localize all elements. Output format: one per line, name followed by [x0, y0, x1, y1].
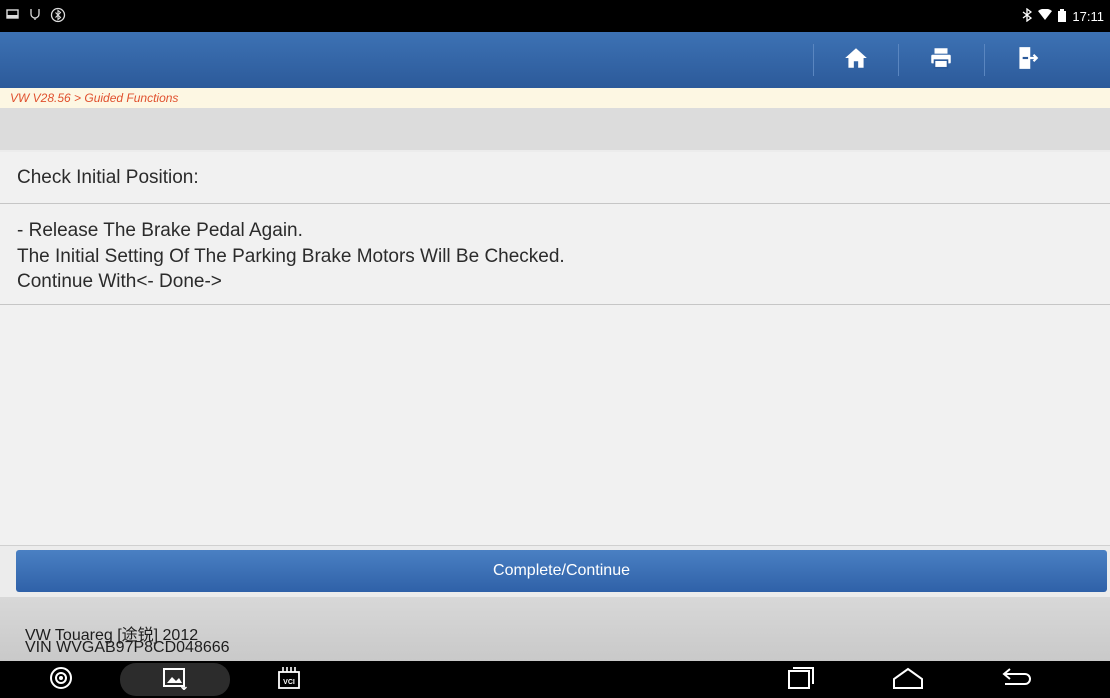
browser-button[interactable]	[46, 665, 76, 695]
wifi-icon	[1038, 8, 1053, 24]
message-line: Continue With<- Done->	[17, 271, 222, 292]
toolbar-spacer	[0, 108, 1110, 150]
usb-debug-icon	[28, 7, 42, 21]
message-line: - Release The Brake Pedal Again.	[17, 220, 303, 241]
vehicle-info-footer: VW Touareg [途锐] 2012 VIN WVGAB97P8CD0486…	[0, 597, 1110, 661]
section-title: Check Initial Position:	[17, 167, 199, 188]
browser-icon	[49, 666, 73, 695]
recents-button[interactable]	[783, 665, 817, 695]
bluetooth-circle-icon	[50, 7, 66, 23]
exit-button[interactable]	[985, 32, 1069, 88]
printer-icon	[928, 45, 954, 76]
complete-continue-button[interactable]: Complete/Continue	[16, 550, 1107, 592]
clock: 17:11	[1072, 9, 1104, 24]
status-bar: 17:11	[0, 0, 1110, 32]
back-button[interactable]	[996, 665, 1036, 695]
home-nav-button[interactable]	[888, 665, 928, 695]
gallery-button[interactable]	[160, 665, 190, 695]
vci-icon: VCI	[277, 665, 301, 696]
print-button[interactable]	[899, 32, 983, 88]
section-title-row: Check Initial Position:	[0, 152, 1110, 204]
breadcrumb: VW V28.56 > Guided Functions	[0, 88, 1110, 108]
bluetooth-icon	[1022, 7, 1033, 25]
app-header	[0, 32, 1110, 88]
message-line: The Initial Setting Of The Parking Brake…	[17, 246, 565, 267]
home-outline-icon	[890, 667, 926, 694]
system-nav-bar: VCI	[0, 661, 1110, 698]
recents-icon	[785, 666, 815, 695]
message-panel: - Release The Brake Pedal Again. The Ini…	[0, 204, 1110, 305]
exit-icon	[1014, 45, 1040, 76]
home-button[interactable]	[814, 32, 898, 88]
content-area	[0, 305, 1110, 546]
battery-icon	[1058, 8, 1067, 25]
breadcrumb-text: VW V28.56 > Guided Functions	[10, 91, 179, 105]
vci-label: VCI	[283, 679, 295, 686]
screenshot-icon	[6, 7, 20, 21]
vci-button[interactable]: VCI	[274, 665, 304, 695]
home-icon	[843, 45, 869, 76]
image-icon	[162, 666, 188, 695]
back-icon	[999, 667, 1033, 694]
vehicle-vin: VIN WVGAB97P8CD048666	[25, 639, 230, 656]
